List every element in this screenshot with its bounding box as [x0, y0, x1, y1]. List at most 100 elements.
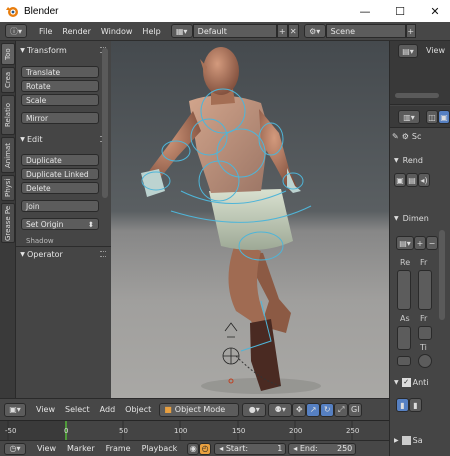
- render-image-icon[interactable]: ▣: [394, 173, 406, 187]
- menu-help[interactable]: Help: [142, 27, 160, 36]
- menu-add[interactable]: Add: [100, 405, 116, 414]
- menu-view[interactable]: View: [36, 405, 55, 414]
- operator-panel-header[interactable]: ▼ Operator: [18, 247, 110, 261]
- maximize-button[interactable]: ☐: [385, 0, 415, 22]
- menu-view-timeline[interactable]: View: [37, 444, 56, 453]
- duplicate-linked-button[interactable]: Duplicate Linked: [21, 168, 99, 180]
- menu-window[interactable]: Window: [101, 27, 133, 36]
- remove-screen-icon[interactable]: ✕: [287, 24, 299, 38]
- editor-type-outliner-icon[interactable]: ▤▾: [398, 44, 418, 58]
- tab-grease-pencil[interactable]: Grease Pe: [1, 203, 15, 243]
- aspect-fields[interactable]: [397, 326, 411, 350]
- add-preset-icon[interactable]: +: [414, 236, 426, 250]
- motion-blur-checkbox[interactable]: [401, 436, 411, 445]
- rotate-button[interactable]: Rotate: [21, 80, 99, 92]
- tool-tabs: Too Crea Relatio Animat Physi Grease Pe: [0, 41, 16, 398]
- time-remap-field[interactable]: [418, 354, 432, 368]
- tab-animation[interactable]: Animat: [1, 137, 15, 173]
- scale-button[interactable]: Scale: [21, 94, 99, 106]
- translate-button[interactable]: Translate: [21, 66, 99, 78]
- tick-label: 50: [119, 427, 128, 435]
- anti-aliasing-checkbox[interactable]: ✓: [401, 378, 411, 387]
- close-button[interactable]: ✕: [420, 0, 450, 22]
- rotate-manipulator-icon[interactable]: ↻: [320, 402, 335, 417]
- tab-relations[interactable]: Relatio: [1, 95, 15, 135]
- menu-object[interactable]: Object: [125, 405, 151, 414]
- set-origin-dropdown[interactable]: Set Origin ⬍: [21, 218, 99, 230]
- aa-samples-5-button[interactable]: ▮: [396, 398, 409, 412]
- sampled-motion-blur-header[interactable]: ▶ Sa: [394, 436, 423, 445]
- presets-menu-icon[interactable]: ▤▾: [396, 236, 414, 250]
- manipulator-icon[interactable]: ✥: [292, 402, 307, 417]
- minimize-button[interactable]: —: [350, 0, 380, 22]
- shading-mode-icon[interactable]: ●▾: [242, 402, 267, 417]
- mode-select[interactable]: ■ Object Mode: [159, 402, 240, 417]
- editor-type-info-icon[interactable]: ⓘ▾: [5, 24, 27, 38]
- screen-layout-icon[interactable]: ▦▾: [170, 24, 193, 38]
- resolution-fields[interactable]: [397, 270, 411, 310]
- tab-create[interactable]: Crea: [1, 67, 15, 93]
- aa-sample-buttons: ▮ ▮: [396, 398, 422, 412]
- start-frame-field[interactable]: ◂ Start: 1: [214, 442, 287, 455]
- window-titlebar: Blender — ☐ ✕: [0, 0, 450, 22]
- menu-marker[interactable]: Marker: [67, 444, 95, 453]
- render-audio-icon[interactable]: ◂): [418, 173, 430, 187]
- use-preview-range-icon[interactable]: ◉: [187, 442, 200, 455]
- edit-panel-header[interactable]: ▼ Edit: [18, 132, 110, 146]
- menu-playback[interactable]: Playback: [142, 444, 178, 453]
- menu-select[interactable]: Select: [65, 405, 90, 414]
- frame-range-fields[interactable]: [418, 270, 432, 310]
- menu-render[interactable]: Render: [62, 27, 90, 36]
- duplicate-button[interactable]: Duplicate: [21, 154, 99, 166]
- transform-panel-header[interactable]: ▼ Transform: [18, 43, 110, 57]
- tool-shelf-scrollbar[interactable]: [102, 48, 108, 198]
- editor-type-3d-icon[interactable]: ▣▾: [4, 402, 26, 417]
- render-panel-header[interactable]: ▼ Rend: [394, 156, 423, 165]
- anti-aliasing-panel-header[interactable]: ▼ ✓ Anti: [394, 378, 429, 387]
- aa-samples-8-button[interactable]: ▮: [409, 398, 422, 412]
- render-tab-icon[interactable]: ◫: [426, 110, 438, 124]
- properties-scrollbar[interactable]: [439, 230, 445, 320]
- scene-field[interactable]: Scene: [325, 24, 406, 38]
- mirror-button[interactable]: Mirror: [21, 112, 99, 124]
- scale-manipulator-icon[interactable]: ⤢: [334, 402, 349, 417]
- tab-physics[interactable]: Physi: [1, 175, 15, 201]
- translate-manipulator-icon[interactable]: ↗: [306, 402, 321, 417]
- editor-type-properties-icon[interactable]: ▥▾: [398, 110, 420, 124]
- remove-preset-icon[interactable]: −: [426, 236, 438, 250]
- editor-type-timeline-icon[interactable]: ◷▾: [4, 442, 26, 455]
- render-layers-tab-icon[interactable]: ▣: [438, 110, 450, 124]
- pin-icon[interactable]: ✎: [392, 132, 399, 141]
- collapse-triangle-icon: ▼: [394, 379, 399, 386]
- end-frame-field[interactable]: ◂ End: 250: [288, 442, 357, 455]
- timer-icon[interactable]: ◴: [199, 442, 212, 455]
- aspect-label: As: [400, 314, 410, 323]
- outliner-area: ▤▾ View: [390, 41, 450, 105]
- tab-tools[interactable]: Too: [1, 43, 15, 65]
- menu-file[interactable]: File: [39, 27, 52, 36]
- tick-label: 100: [174, 427, 188, 435]
- add-scene-icon[interactable]: +: [405, 24, 416, 38]
- render-animation-icon[interactable]: ▤: [406, 173, 418, 187]
- frame-rate-field[interactable]: [418, 326, 432, 340]
- tick-label: 250: [346, 427, 360, 435]
- dimensions-panel-header[interactable]: ▼ Dimen: [394, 214, 429, 223]
- pivot-point-icon[interactable]: ⚉▾: [268, 402, 293, 417]
- menu-frame[interactable]: Frame: [106, 444, 131, 453]
- add-screen-icon[interactable]: +: [276, 24, 288, 38]
- join-button[interactable]: Join: [21, 200, 99, 212]
- render-presets: ▤▾ + −: [396, 236, 438, 250]
- dropdown-arrows-icon: ⬍: [87, 219, 94, 229]
- 3d-viewport[interactable]: [111, 41, 389, 398]
- info-header: ⓘ▾ File Render Window Help ▦▾ Default + …: [0, 22, 450, 41]
- decrement-icon: ◂: [219, 444, 224, 453]
- blender-logo-icon: [6, 7, 18, 17]
- screen-layout-field[interactable]: Default: [192, 24, 277, 38]
- border-toggle[interactable]: [397, 356, 411, 366]
- delete-button[interactable]: Delete: [21, 182, 99, 194]
- transform-orientation-select[interactable]: Gl: [348, 402, 363, 417]
- outliner-scrollbar[interactable]: [395, 93, 439, 98]
- timeline[interactable]: -50 0 50 100 150 200 250: [0, 420, 389, 441]
- view-menu[interactable]: View: [426, 46, 445, 55]
- scene-icon[interactable]: ⚙▾: [303, 24, 326, 38]
